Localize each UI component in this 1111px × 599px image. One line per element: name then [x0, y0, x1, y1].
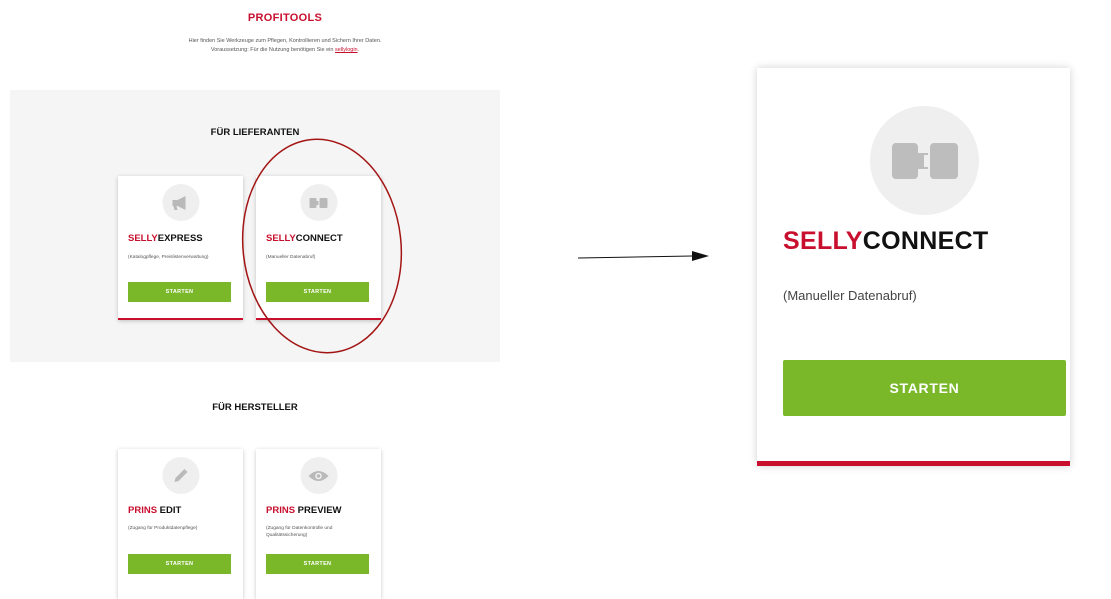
highlight-ellipse — [241, 138, 403, 354]
zoom-card-start-button[interactable]: STARTEN — [783, 360, 1066, 416]
zoom-card-brand: SELLY — [783, 227, 863, 255]
zoom-card-desc: (Manueller Datenabruf) — [783, 288, 917, 303]
puzzle-connector-icon — [870, 106, 979, 215]
annotation-arrow-head — [692, 251, 709, 261]
zoom-card-product: CONNECT — [862, 227, 989, 255]
selly-connect-zoom-card: SELLYCONNECT (Manueller Datenabruf) STAR… — [757, 68, 1070, 466]
annotation-arrow-line — [577, 255, 693, 259]
zoom-card-title: SELLYCONNECT — [783, 227, 989, 256]
